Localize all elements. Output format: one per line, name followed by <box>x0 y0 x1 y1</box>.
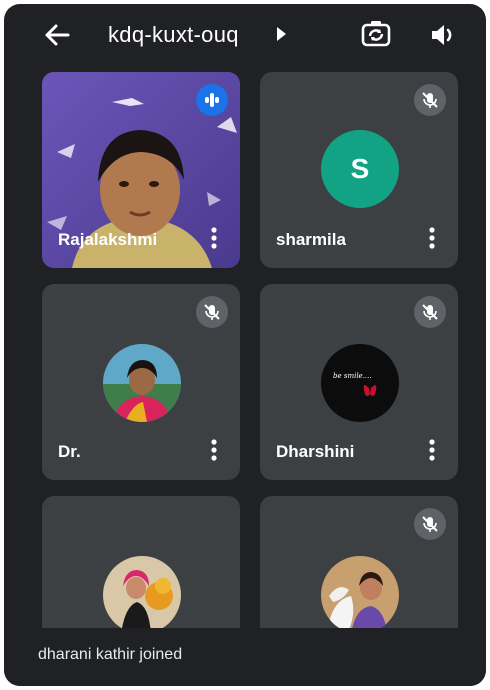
mic-off-icon <box>196 296 228 328</box>
speaking-indicator <box>196 84 228 116</box>
more-options-icon[interactable] <box>210 438 218 462</box>
more-options-icon[interactable] <box>428 226 436 250</box>
participant-tile-dharshini[interactable]: be smile.... Dharshini <box>260 284 458 480</box>
participant-tile-rajalakshmi[interactable]: Rajalakshmi <box>42 72 240 268</box>
participant-name: Dr. <box>58 442 81 461</box>
notification-text: dharani kathir joined <box>38 646 183 663</box>
top-bar: kdq-kuxt-ouq <box>4 4 486 66</box>
join-notification: dharani kathir joined <box>4 628 486 686</box>
caret-right-icon[interactable] <box>274 25 288 43</box>
avatar: be smile.... <box>321 344 399 422</box>
participant-name: Rajalakshmi <box>58 230 158 249</box>
more-options-icon[interactable] <box>210 226 218 250</box>
avatar <box>103 344 181 422</box>
speaker-icon[interactable] <box>428 20 458 50</box>
meeting-code[interactable]: kdq-kuxt-ouq <box>108 18 239 52</box>
participant-name: sharmila <box>276 230 346 249</box>
mic-off-icon <box>414 296 446 328</box>
mic-off-icon <box>414 508 446 540</box>
mic-off-icon <box>414 84 446 116</box>
participant-tile-dr[interactable]: Dr. <box>42 284 240 480</box>
avatar <box>321 556 399 634</box>
more-options-icon[interactable] <box>428 438 436 462</box>
participant-tile-sharmila[interactable]: S sharmila <box>260 72 458 268</box>
camera-switch-icon[interactable] <box>360 18 392 50</box>
meet-screen: kdq-kuxt-ouq Rajalakshmi S sharmila Dr. … <box>4 4 486 686</box>
participant-name: Dharshini <box>276 442 355 461</box>
avatar <box>103 556 181 634</box>
avatar: S <box>321 130 399 208</box>
avatar-caption: be smile.... <box>333 372 372 380</box>
arrow-left-icon[interactable] <box>42 20 72 50</box>
